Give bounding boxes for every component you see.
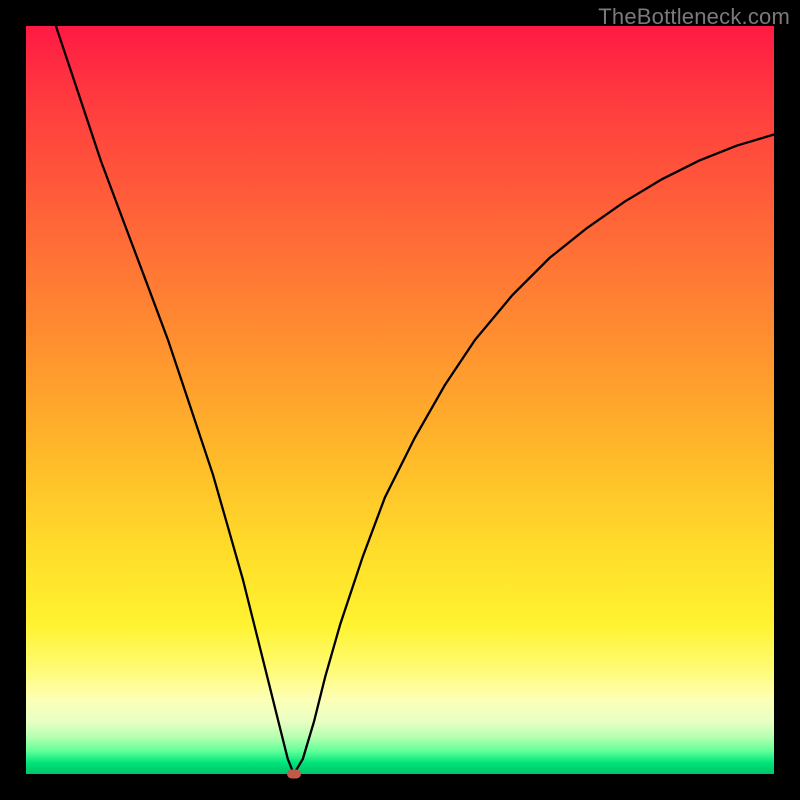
optimal-point-marker [287,770,301,779]
plot-area [26,26,774,774]
watermark-text: TheBottleneck.com [598,4,790,30]
bottleneck-curve [56,26,774,774]
chart-frame: TheBottleneck.com [0,0,800,800]
curve-layer [26,26,774,774]
